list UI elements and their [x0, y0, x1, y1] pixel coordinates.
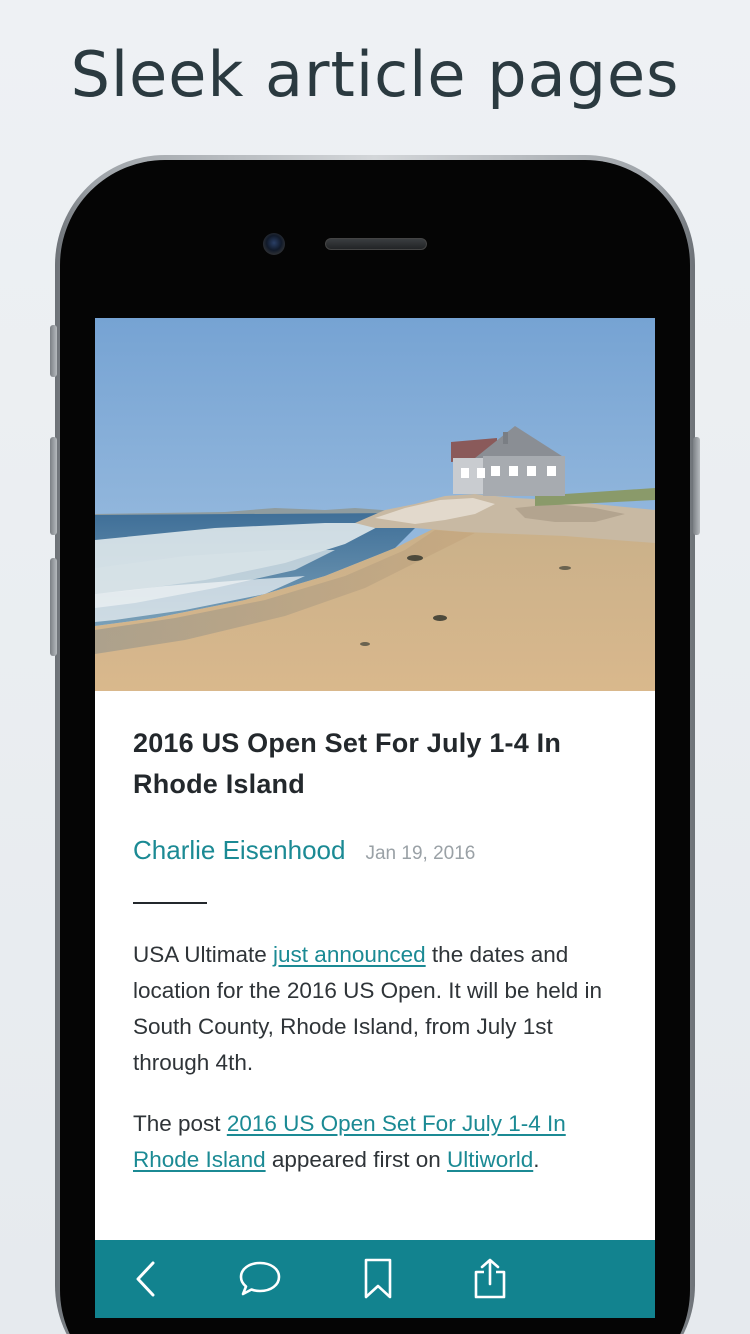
earpiece-speaker: [325, 238, 427, 250]
bookmark-button[interactable]: [353, 1254, 403, 1304]
article-body: 2016 US Open Set For July 1-4 In Rhode I…: [133, 723, 623, 1178]
just-announced-link[interactable]: just announced: [273, 942, 426, 967]
back-button[interactable]: [121, 1254, 171, 1304]
article-title: 2016 US Open Set For July 1-4 In Rhode I…: [133, 728, 562, 799]
byline: Charlie Eisenhood Jan 19, 2016: [133, 835, 623, 866]
paragraph-text: .: [533, 1147, 540, 1172]
volume-up-button: [50, 437, 57, 535]
author-name[interactable]: Charlie Eisenhood: [133, 835, 345, 866]
chevron-left-icon: [136, 1261, 155, 1297]
bottom-toolbar: [95, 1240, 655, 1318]
volume-down-button: [50, 558, 57, 656]
paragraph-text: appeared first on: [265, 1147, 447, 1172]
article-paragraph: USA Ultimate just announced the dates an…: [133, 937, 623, 1081]
share-icon: [474, 1258, 506, 1299]
comments-button[interactable]: [235, 1254, 285, 1304]
power-button: [693, 437, 700, 535]
article-paragraph: The post 2016 US Open Set For July 1-4 I…: [133, 1106, 623, 1178]
front-camera: [263, 233, 285, 255]
share-button[interactable]: [465, 1254, 515, 1304]
publish-date: Jan 19, 2016: [365, 843, 476, 864]
bookmark-icon: [364, 1258, 392, 1299]
speech-bubble-icon: [239, 1261, 281, 1296]
ultiworld-link[interactable]: Ultiworld: [447, 1147, 533, 1172]
paragraph-text: The post: [133, 1111, 227, 1136]
promo-headline: Sleek article pages: [70, 38, 680, 111]
paragraph-text: USA Ultimate: [133, 942, 274, 967]
divider: [133, 902, 207, 904]
mute-switch: [50, 325, 57, 377]
article-hero-image: [95, 318, 655, 691]
app-screen: 2016 US Open Set For July 1-4 In Rhode I…: [95, 318, 655, 1318]
